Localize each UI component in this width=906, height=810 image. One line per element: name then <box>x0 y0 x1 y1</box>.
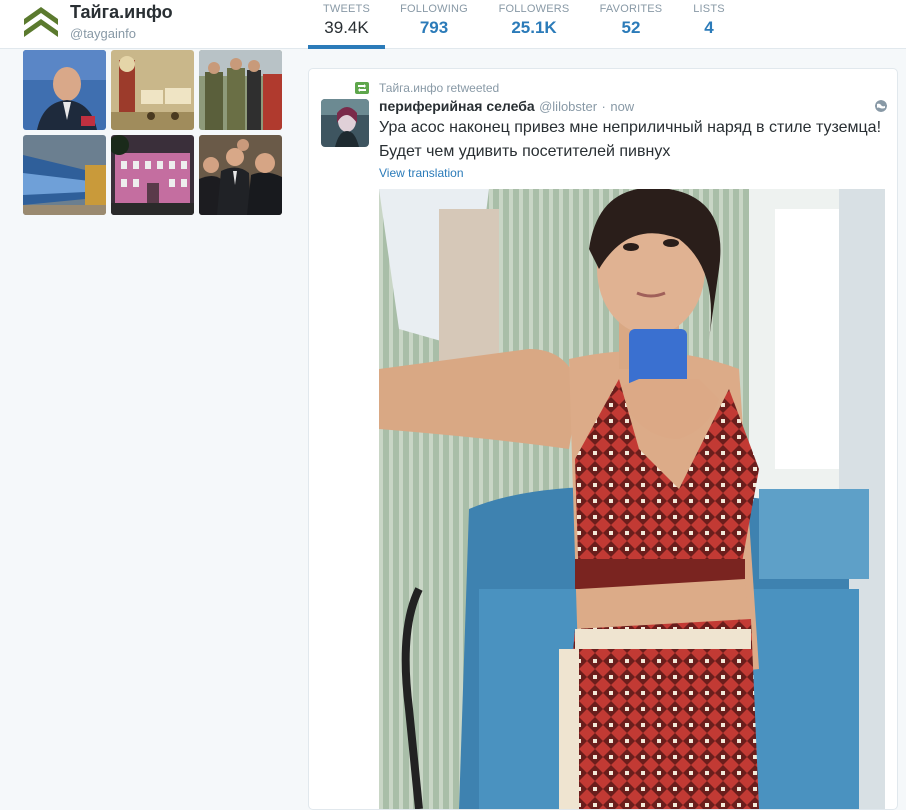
photo-collider-tunnel[interactable] <box>23 135 106 215</box>
tweet-photo[interactable] <box>379 189 885 809</box>
photo-cartoon[interactable] <box>111 50 194 130</box>
stat-lists[interactable]: LISTS 4 <box>690 0 728 48</box>
stat-label: FOLLOWING <box>400 3 468 15</box>
photo-grid <box>22 50 284 220</box>
profile-name[interactable]: Тайга.инфо <box>70 2 173 23</box>
chevron-up-double-icon[interactable] <box>24 4 58 38</box>
view-translation-link[interactable]: View translation <box>379 166 464 180</box>
stat-value: 4 <box>704 18 714 37</box>
tweet-text-line: Ура асос наконец привез мне неприличный … <box>379 119 882 136</box>
retweet-context[interactable]: Тайга.инфо retweeted <box>379 81 499 95</box>
photo-soldiers[interactable] <box>199 50 282 130</box>
stat-label: FOLLOWERS <box>498 3 570 15</box>
tweet-timestamp[interactable]: now <box>610 99 634 114</box>
avatar[interactable] <box>321 99 369 147</box>
author-fullname[interactable]: периферийная селеба <box>379 98 535 114</box>
stat-followers[interactable]: FOLLOWERS 25.1K <box>496 0 572 48</box>
tweet-text: Ура асос наконец привез мне неприличный … <box>379 116 889 164</box>
photo-pink-building[interactable] <box>111 135 194 215</box>
tweet-text-line: Будет чем удивить посетителей пивнух <box>379 143 671 160</box>
tweet-header: периферийная селеба @lilobster · now <box>379 98 634 116</box>
stat-following[interactable]: FOLLOWING 793 <box>398 0 470 48</box>
stat-value: 39.4K <box>324 18 369 37</box>
stat-label: TWEETS <box>322 3 371 15</box>
stat-tweets[interactable]: TWEETS 39.4K <box>308 0 385 49</box>
stat-label: LISTS <box>693 3 725 15</box>
separator: · <box>601 99 606 114</box>
profile-nav-bar: Тайга.инфо @taygainfo TWEETS 39.4K FOLLO… <box>0 0 906 49</box>
timeline: Тайга.инфо retweeted периферийная селеба… <box>308 68 898 810</box>
retweet-icon <box>355 82 369 94</box>
stat-favorites[interactable]: FAVORITES 52 <box>596 0 666 48</box>
stat-value: 52 <box>621 18 641 37</box>
photo-officials-press[interactable] <box>23 50 106 130</box>
profile-handle: @taygainfo <box>70 26 136 41</box>
author-username[interactable]: @lilobster <box>539 99 597 114</box>
stat-label: FAVORITES <box>599 3 663 15</box>
photo-officials-group[interactable] <box>199 135 282 215</box>
stat-value: 793 <box>419 18 449 37</box>
globe-icon[interactable] <box>875 100 887 112</box>
active-tab-indicator <box>308 45 385 49</box>
stat-value: 25.1K <box>511 18 557 37</box>
